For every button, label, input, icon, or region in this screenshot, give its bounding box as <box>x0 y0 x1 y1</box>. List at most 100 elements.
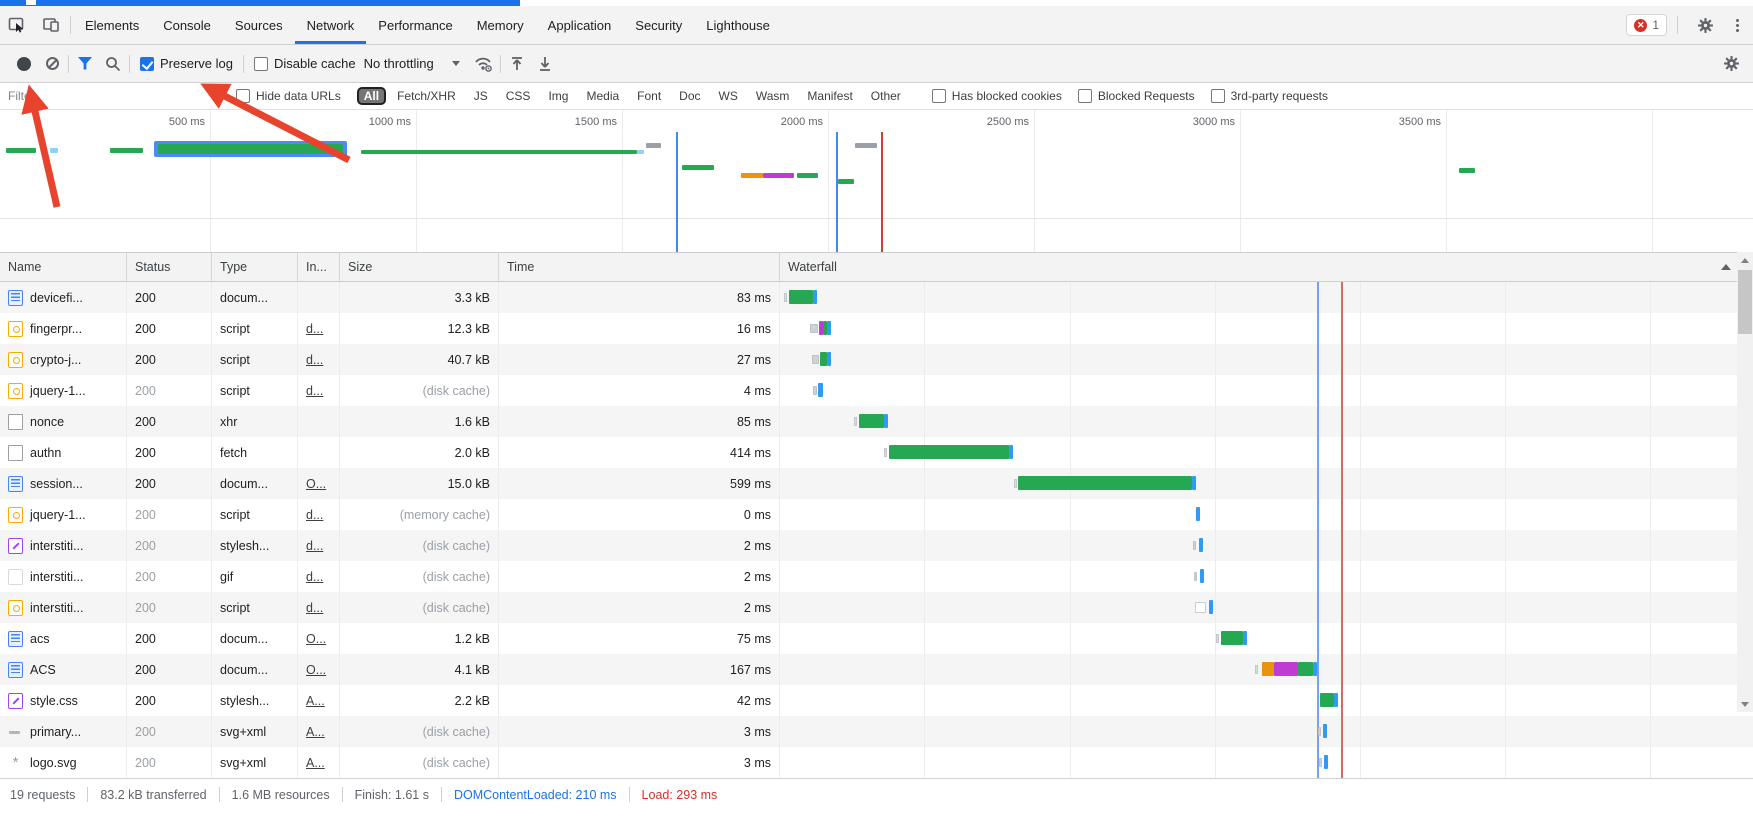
initiator-cell[interactable]: d... <box>298 499 340 530</box>
initiator-cell[interactable]: A... <box>298 685 340 716</box>
waterfall-cell[interactable] <box>780 344 1753 375</box>
preserve-log-checkbox[interactable]: Preserve log <box>140 56 233 71</box>
table-row[interactable]: authn200fetch2.0 kB414 ms <box>0 437 1753 468</box>
initiator-link[interactable]: d... <box>306 384 323 398</box>
waterfall-cell[interactable] <box>780 437 1753 468</box>
table-row[interactable]: nonce200xhr1.6 kB85 ms <box>0 406 1753 437</box>
checkbox-box[interactable] <box>1211 89 1225 103</box>
throttling-dropdown[interactable]: No throttling <box>364 56 470 71</box>
scroll-down-icon[interactable] <box>1737 696 1753 712</box>
name-cell[interactable]: ACS <box>0 654 127 685</box>
waterfall-cell[interactable] <box>780 747 1753 778</box>
filter-type-doc[interactable]: Doc <box>672 87 707 105</box>
initiator-link[interactable]: d... <box>306 508 323 522</box>
filter-type-font[interactable]: Font <box>630 87 668 105</box>
column-header-name[interactable]: Name <box>0 253 127 281</box>
initiator-link[interactable]: d... <box>306 601 323 615</box>
name-cell[interactable]: crypto-j... <box>0 344 127 375</box>
tab-security[interactable]: Security <box>623 6 694 44</box>
filter-type-manifest[interactable]: Manifest <box>800 87 859 105</box>
tab-performance[interactable]: Performance <box>366 6 464 44</box>
export-har-icon[interactable] <box>531 50 559 78</box>
initiator-link[interactable]: d... <box>306 539 323 553</box>
tab-elements[interactable]: Elements <box>73 6 151 44</box>
waterfall-cell[interactable] <box>780 499 1753 530</box>
table-row[interactable]: ACS200docum...O...4.1 kB167 ms <box>0 654 1753 685</box>
table-row[interactable]: interstiti...200stylesh...d...(disk cach… <box>0 530 1753 561</box>
name-cell[interactable]: *logo.svg <box>0 747 127 778</box>
more-options-kebab-icon[interactable] <box>1730 15 1745 36</box>
tab-sources[interactable]: Sources <box>223 6 295 44</box>
table-row[interactable]: jquery-1...200scriptd...(disk cache)4 ms <box>0 375 1753 406</box>
name-cell[interactable]: primary... <box>0 716 127 747</box>
name-cell[interactable]: interstiti... <box>0 530 127 561</box>
tab-lighthouse[interactable]: Lighthouse <box>694 6 782 44</box>
waterfall-cell[interactable] <box>780 375 1753 406</box>
table-row[interactable]: style.css200stylesh...A...2.2 kB42 ms <box>0 685 1753 716</box>
search-icon[interactable] <box>99 50 127 78</box>
name-cell[interactable]: style.css <box>0 685 127 716</box>
initiator-cell[interactable]: A... <box>298 716 340 747</box>
network-conditions-icon[interactable] <box>470 50 498 78</box>
table-row[interactable]: session...200docum...O...15.0 kB599 ms <box>0 468 1753 499</box>
initiator-link[interactable]: d... <box>306 322 323 336</box>
waterfall-cell[interactable] <box>780 654 1753 685</box>
filter-type-all[interactable]: All <box>357 87 386 105</box>
initiator-cell[interactable]: d... <box>298 313 340 344</box>
name-cell[interactable]: fingerpr... <box>0 313 127 344</box>
name-cell[interactable]: nonce <box>0 406 127 437</box>
initiator-cell[interactable]: O... <box>298 654 340 685</box>
name-cell[interactable]: authn <box>0 437 127 468</box>
initiator-link[interactable]: O... <box>306 632 326 646</box>
inspect-element-icon[interactable] <box>0 6 34 44</box>
table-row[interactable]: interstiti...200gifd...(disk cache)2 ms <box>0 561 1753 592</box>
initiator-link[interactable]: d... <box>306 353 323 367</box>
checkbox-box[interactable] <box>1078 89 1092 103</box>
name-cell[interactable]: jquery-1... <box>0 499 127 530</box>
table-row[interactable]: acs200docum...O...1.2 kB75 ms <box>0 623 1753 654</box>
initiator-cell[interactable]: O... <box>298 468 340 499</box>
network-overview-timeline[interactable]: 500 ms1000 ms1500 ms2000 ms2500 ms3000 m… <box>0 110 1753 252</box>
import-har-icon[interactable] <box>503 50 531 78</box>
filter-checkbox-has-blocked-cookies[interactable]: Has blocked cookies <box>932 89 1062 103</box>
scroll-up-icon[interactable] <box>1737 252 1753 268</box>
tab-console[interactable]: Console <box>151 6 223 44</box>
waterfall-cell[interactable] <box>780 685 1753 716</box>
initiator-cell[interactable]: d... <box>298 592 340 623</box>
initiator-cell[interactable]: d... <box>298 344 340 375</box>
table-row[interactable]: interstiti...200scriptd...(disk cache)2 … <box>0 592 1753 623</box>
table-row[interactable]: crypto-j...200scriptd...40.7 kB27 ms <box>0 344 1753 375</box>
waterfall-cell[interactable] <box>780 406 1753 437</box>
column-header-in[interactable]: In... <box>298 253 340 281</box>
waterfall-cell[interactable] <box>780 282 1753 313</box>
network-settings-gear-icon[interactable] <box>1717 50 1745 78</box>
filter-checkbox-3rd-party-requests[interactable]: 3rd-party requests <box>1211 89 1328 103</box>
hide-data-urls-box[interactable] <box>236 89 250 103</box>
tab-application[interactable]: Application <box>536 6 624 44</box>
clear-log-icon[interactable] <box>38 50 66 78</box>
filter-type-media[interactable]: Media <box>579 87 626 105</box>
column-header-type[interactable]: Type <box>212 253 298 281</box>
table-row[interactable]: *logo.svg200svg+xmlA...(disk cache)3 ms <box>0 747 1753 778</box>
preserve-log-box[interactable] <box>140 57 154 71</box>
initiator-link[interactable]: A... <box>306 725 325 739</box>
filter-checkbox-blocked-requests[interactable]: Blocked Requests <box>1078 89 1195 103</box>
initiator-link[interactable]: O... <box>306 477 326 491</box>
device-toolbar-icon[interactable] <box>34 6 68 44</box>
initiator-link[interactable]: A... <box>306 694 325 708</box>
filter-input[interactable] <box>8 89 228 103</box>
waterfall-cell[interactable] <box>780 313 1753 344</box>
name-cell[interactable]: devicefi... <box>0 282 127 313</box>
initiator-cell[interactable]: d... <box>298 375 340 406</box>
initiator-link[interactable]: O... <box>306 663 326 677</box>
tab-memory[interactable]: Memory <box>465 6 536 44</box>
filter-type-ws[interactable]: WS <box>712 87 745 105</box>
filter-funnel-icon[interactable] <box>71 50 99 78</box>
waterfall-cell[interactable] <box>780 530 1753 561</box>
name-cell[interactable]: acs <box>0 623 127 654</box>
waterfall-cell[interactable] <box>780 623 1753 654</box>
table-row[interactable]: jquery-1...200scriptd...(memory cache)0 … <box>0 499 1753 530</box>
name-cell[interactable]: interstiti... <box>0 561 127 592</box>
name-cell[interactable]: interstiti... <box>0 592 127 623</box>
initiator-cell[interactable]: A... <box>298 747 340 778</box>
